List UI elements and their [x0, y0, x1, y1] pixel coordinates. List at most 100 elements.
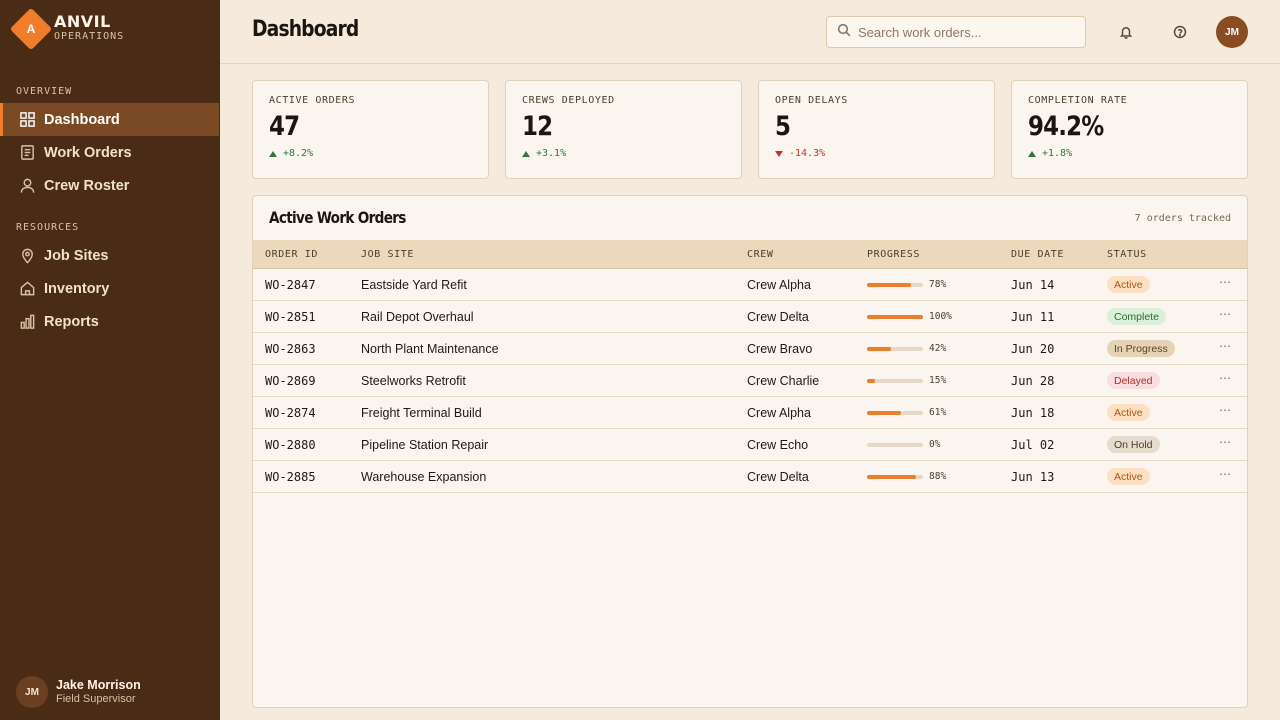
due-date: Jun 11 — [1011, 310, 1055, 324]
more-options-icon[interactable]: ⋯ — [1219, 467, 1231, 481]
sidebar-item-work-orders[interactable]: Work Orders — [0, 136, 219, 169]
job-site: Warehouse Expansion — [361, 470, 487, 484]
stat-card-open-delays: OPEN DELAYS 5 -14.3% — [758, 80, 995, 179]
search-placeholder: Search work orders... — [858, 24, 982, 40]
stat-label: COMPLETION RATE — [1028, 95, 1128, 106]
progress-bar — [867, 379, 923, 383]
stat-value: 5 — [775, 111, 791, 142]
table-row[interactable]: WO-2869 Steelworks Retrofit Crew Charlie 15… — [253, 365, 1247, 397]
crew-name: Crew Delta — [747, 310, 809, 324]
user-avatar-button[interactable]: JM — [1216, 16, 1248, 48]
crew-name: Crew Charlie — [747, 374, 820, 388]
document-icon — [18, 144, 36, 162]
stat-value: 94.2% — [1028, 111, 1104, 142]
status-badge: Active — [1107, 404, 1150, 421]
sidebar-item-reports[interactable]: Reports — [0, 305, 219, 338]
progress-label: 61% — [929, 407, 947, 418]
progress-label: 88% — [929, 471, 947, 482]
bar-chart-icon — [18, 313, 36, 331]
trend-up-icon — [522, 150, 530, 157]
progress-bar-fill — [867, 283, 911, 287]
order-id[interactable]: WO-2869 — [265, 374, 316, 388]
more-options-icon[interactable]: ⋯ — [1219, 403, 1231, 417]
column-header-due-date[interactable]: DUE DATE — [1011, 249, 1064, 260]
order-id[interactable]: WO-2880 — [265, 438, 316, 452]
trend-down-icon — [775, 150, 783, 157]
stat-delta-value: +3.1% — [536, 148, 567, 159]
brand-name: ANVIL — [54, 12, 111, 31]
job-site: Rail Depot Overhaul — [361, 310, 474, 324]
job-site: North Plant Maintenance — [361, 342, 499, 356]
progress-bar — [867, 347, 923, 351]
brand-logo[interactable]: A ANVIL OPERATIONS — [9, 7, 124, 51]
sidebar-item-label: Reports — [44, 313, 99, 330]
order-id[interactable]: WO-2874 — [265, 406, 316, 420]
column-header-progress[interactable]: PROGRESS — [867, 249, 920, 260]
order-id[interactable]: WO-2847 — [265, 278, 316, 292]
status-badge: Delayed — [1107, 372, 1160, 389]
stat-card-crews-deployed: CREWS DEPLOYED 12 +3.1% — [505, 80, 742, 179]
sidebar-item-label: Dashboard — [44, 111, 120, 128]
status-badge: Active — [1107, 468, 1150, 485]
table-row[interactable]: WO-2847 Eastside Yard Refit Crew Alpha 78% J… — [253, 269, 1247, 301]
job-site: Eastside Yard Refit — [361, 278, 467, 292]
sidebar-item-label: Crew Roster — [44, 177, 130, 194]
nav-section-overview: OVERVIEW — [16, 86, 73, 97]
column-header-crew[interactable]: CREW — [747, 249, 773, 260]
trend-up-icon — [269, 150, 277, 157]
help-icon[interactable] — [1170, 22, 1190, 42]
order-id[interactable]: WO-2863 — [265, 342, 316, 356]
table-row[interactable]: WO-2851 Rail Depot Overhaul Crew Delta 100%… — [253, 301, 1247, 333]
due-date: Jun 28 — [1011, 374, 1055, 388]
search-icon — [837, 23, 851, 42]
sidebar-item-dashboard[interactable]: Dashboard — [0, 103, 219, 136]
more-options-icon[interactable]: ⋯ — [1219, 339, 1231, 353]
stat-card-active-orders: ACTIVE ORDERS 47 +8.2% — [252, 80, 489, 179]
table-row[interactable]: WO-2874 Freight Terminal Build Crew Alpha 6… — [253, 397, 1247, 429]
panel-title: Active Work Orders — [269, 208, 406, 227]
stat-delta: -14.3% — [775, 148, 978, 159]
stat-card-completion-rate: COMPLETION RATE 94.2% +1.8% — [1011, 80, 1248, 179]
stat-delta-value: +1.8% — [1042, 148, 1073, 159]
more-options-icon[interactable]: ⋯ — [1219, 275, 1231, 289]
table-row[interactable]: WO-2880 Pipeline Station Repair Crew Echo 0… — [253, 429, 1247, 461]
more-options-icon[interactable]: ⋯ — [1219, 371, 1231, 385]
crew-name: Crew Alpha — [747, 406, 811, 420]
stat-delta: +8.2% — [269, 148, 472, 159]
top-header: Dashboard Search work orders... JM — [220, 0, 1280, 64]
sidebar-item-job-sites[interactable]: Job Sites — [0, 239, 219, 272]
column-header-status[interactable]: STATUS — [1107, 249, 1147, 260]
grid-icon — [18, 111, 36, 129]
progress-bar — [867, 443, 923, 447]
progress-bar-fill — [867, 379, 876, 383]
search-input[interactable]: Search work orders... — [826, 16, 1086, 48]
anvil-logo-icon: A — [9, 7, 53, 51]
sidebar-item-crew-roster[interactable]: Crew Roster — [0, 169, 219, 202]
table-header: ORDER ID JOB SITE CREW PROGRESS DUE DATE… — [253, 240, 1247, 269]
user-role: Field Supervisor — [56, 693, 136, 705]
progress-bar — [867, 283, 923, 287]
nav-section-resources: RESOURCES — [16, 222, 80, 233]
order-id[interactable]: WO-2885 — [265, 470, 316, 484]
stat-label: CREWS DEPLOYED — [522, 95, 615, 106]
bell-icon[interactable] — [1116, 22, 1136, 42]
user-profile[interactable]: JM Jake Morrison Field Supervisor — [16, 676, 141, 708]
orders-count: 7 orders tracked — [1134, 213, 1231, 224]
stat-label: ACTIVE ORDERS — [269, 95, 356, 106]
crew-name: Crew Delta — [747, 470, 809, 484]
more-options-icon[interactable]: ⋯ — [1219, 435, 1231, 449]
table-row[interactable]: WO-2885 Warehouse Expansion Crew Delta 88% J… — [253, 461, 1247, 493]
column-header-job-site[interactable]: JOB SITE — [361, 249, 414, 260]
stat-delta-value: +8.2% — [283, 148, 314, 159]
stat-label: OPEN DELAYS — [775, 95, 848, 106]
column-header-order-id[interactable]: ORDER ID — [265, 249, 318, 260]
sidebar-item-inventory[interactable]: Inventory — [0, 272, 219, 305]
user-name: Jake Morrison — [56, 678, 141, 692]
table-row[interactable]: WO-2863 North Plant Maintenance Crew Bravo… — [253, 333, 1247, 365]
page-title: Dashboard — [252, 17, 359, 42]
crew-name: Crew Bravo — [747, 342, 813, 356]
work-orders-panel: Active Work Orders 7 orders tracked ORDE… — [252, 195, 1248, 708]
order-id[interactable]: WO-2851 — [265, 310, 316, 324]
more-options-icon[interactable]: ⋯ — [1219, 307, 1231, 321]
progress-bar-fill — [867, 315, 923, 319]
